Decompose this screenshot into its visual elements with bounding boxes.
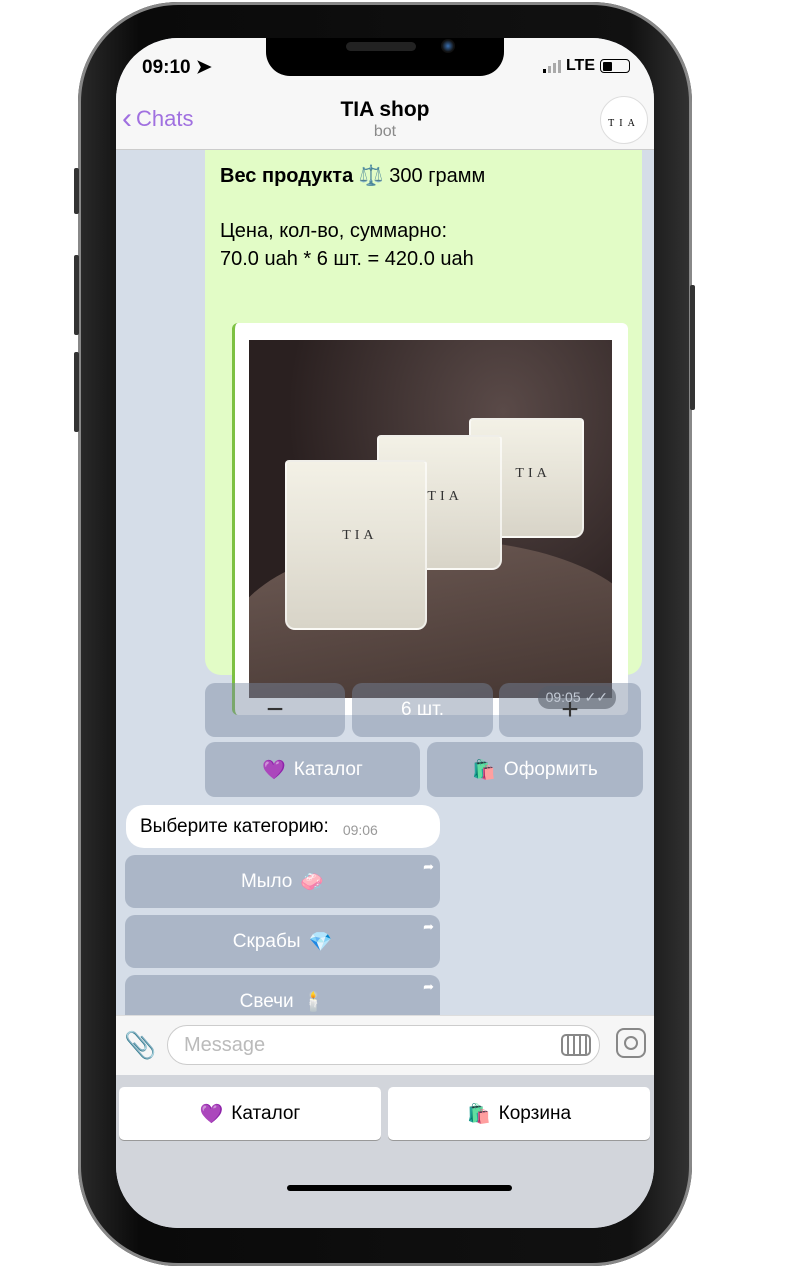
purple-heart-icon: 💜: [199, 1103, 224, 1125]
price-label: Цена, кол-во, суммарно:: [220, 220, 448, 242]
increase-quantity-button[interactable]: +: [499, 683, 641, 737]
candle-image: TIA: [285, 460, 427, 630]
screen: 09:10 ➤ LTE ‹ Chats TIA shop bot TIA Вес …: [116, 38, 654, 1228]
location-icon: ➤: [195, 57, 212, 78]
purple-heart-icon: 💜: [262, 759, 286, 781]
catalog-button[interactable]: 💜 Каталог: [119, 1087, 381, 1140]
soap-icon: 🧼: [300, 871, 325, 893]
category-button-candles[interactable]: Свечи 🕯️ ➦: [125, 975, 440, 1015]
shopping-bags-icon: 🛍️: [466, 1103, 491, 1125]
avatar[interactable]: TIA: [600, 96, 648, 144]
attach-icon[interactable]: 📎: [124, 1030, 156, 1061]
sticker-icon[interactable]: [616, 1028, 646, 1058]
category-button-soap[interactable]: Мыло 🧼 ➦: [125, 855, 440, 908]
volume-down-button: [74, 352, 79, 432]
speaker: [346, 42, 416, 51]
weight-value: 300 грамм: [389, 165, 486, 187]
chat-title[interactable]: TIA shop: [116, 98, 654, 122]
mute-switch: [74, 168, 79, 214]
price-value: 70.0 uah * 6 шт. = 420.0 uah: [220, 248, 474, 270]
forward-arrow-icon: ➦: [423, 919, 434, 934]
power-button: [690, 285, 695, 410]
weight-label: Вес продукта: [220, 165, 354, 187]
shopping-bags-icon: 🛍️: [472, 759, 496, 781]
scales-icon: ⚖️: [358, 165, 384, 187]
avatar-logo-text: TIA: [608, 118, 640, 129]
checkout-button[interactable]: 🛍️ Оформить: [427, 742, 643, 797]
message-text: Выберите категорию:: [140, 815, 329, 837]
category-prompt-message: Выберите категорию: 09:06: [126, 805, 440, 848]
keyboard-icon[interactable]: [561, 1034, 591, 1056]
quantity-button[interactable]: 6 шт.: [352, 683, 493, 737]
forward-arrow-icon: ➦: [423, 979, 434, 994]
product-photo[interactable]: TIA TIA TIA: [249, 340, 612, 698]
status-indicators: LTE: [542, 57, 630, 75]
network-label: LTE: [565, 57, 595, 74]
signal-icon: [542, 59, 561, 73]
forward-arrow-icon: ➦: [423, 859, 434, 874]
input-bar: 📎 Message: [116, 1015, 654, 1075]
category-button-scrubs[interactable]: Скрабы 💎 ➦: [125, 915, 440, 968]
home-indicator[interactable]: [287, 1185, 512, 1191]
status-time: 09:10 ➤: [142, 56, 212, 79]
message-time: 09:06: [342, 821, 378, 838]
cart-button[interactable]: 🛍️ Корзина: [388, 1087, 650, 1140]
volume-up-button: [74, 255, 79, 335]
reply-keyboard: 💜 Каталог 🛍️ Корзина: [116, 1075, 654, 1228]
notch: [266, 38, 504, 76]
message-input[interactable]: Message: [167, 1025, 600, 1065]
link-preview: TIA TIA TIA 09:05 ✓✓: [232, 323, 628, 715]
candle-icon: 🕯️: [301, 991, 326, 1013]
product-message-bubble: Вес продукта ⚖️ 300 грамм Цена, кол-во, …: [205, 150, 642, 715]
time-text: 09:10: [142, 57, 191, 78]
chat-area[interactable]: Вес продукта ⚖️ 300 грамм Цена, кол-во, …: [116, 150, 654, 1015]
weight-line: Вес продукта ⚖️ 300 грамм: [220, 163, 485, 188]
decrease-quantity-button[interactable]: −: [205, 683, 345, 737]
battery-icon: [600, 59, 630, 73]
chat-subtitle: bot: [373, 123, 397, 140]
gem-icon: 💎: [308, 931, 333, 953]
camera: [441, 39, 455, 53]
inline-catalog-button[interactable]: 💜 Каталог: [205, 742, 420, 797]
